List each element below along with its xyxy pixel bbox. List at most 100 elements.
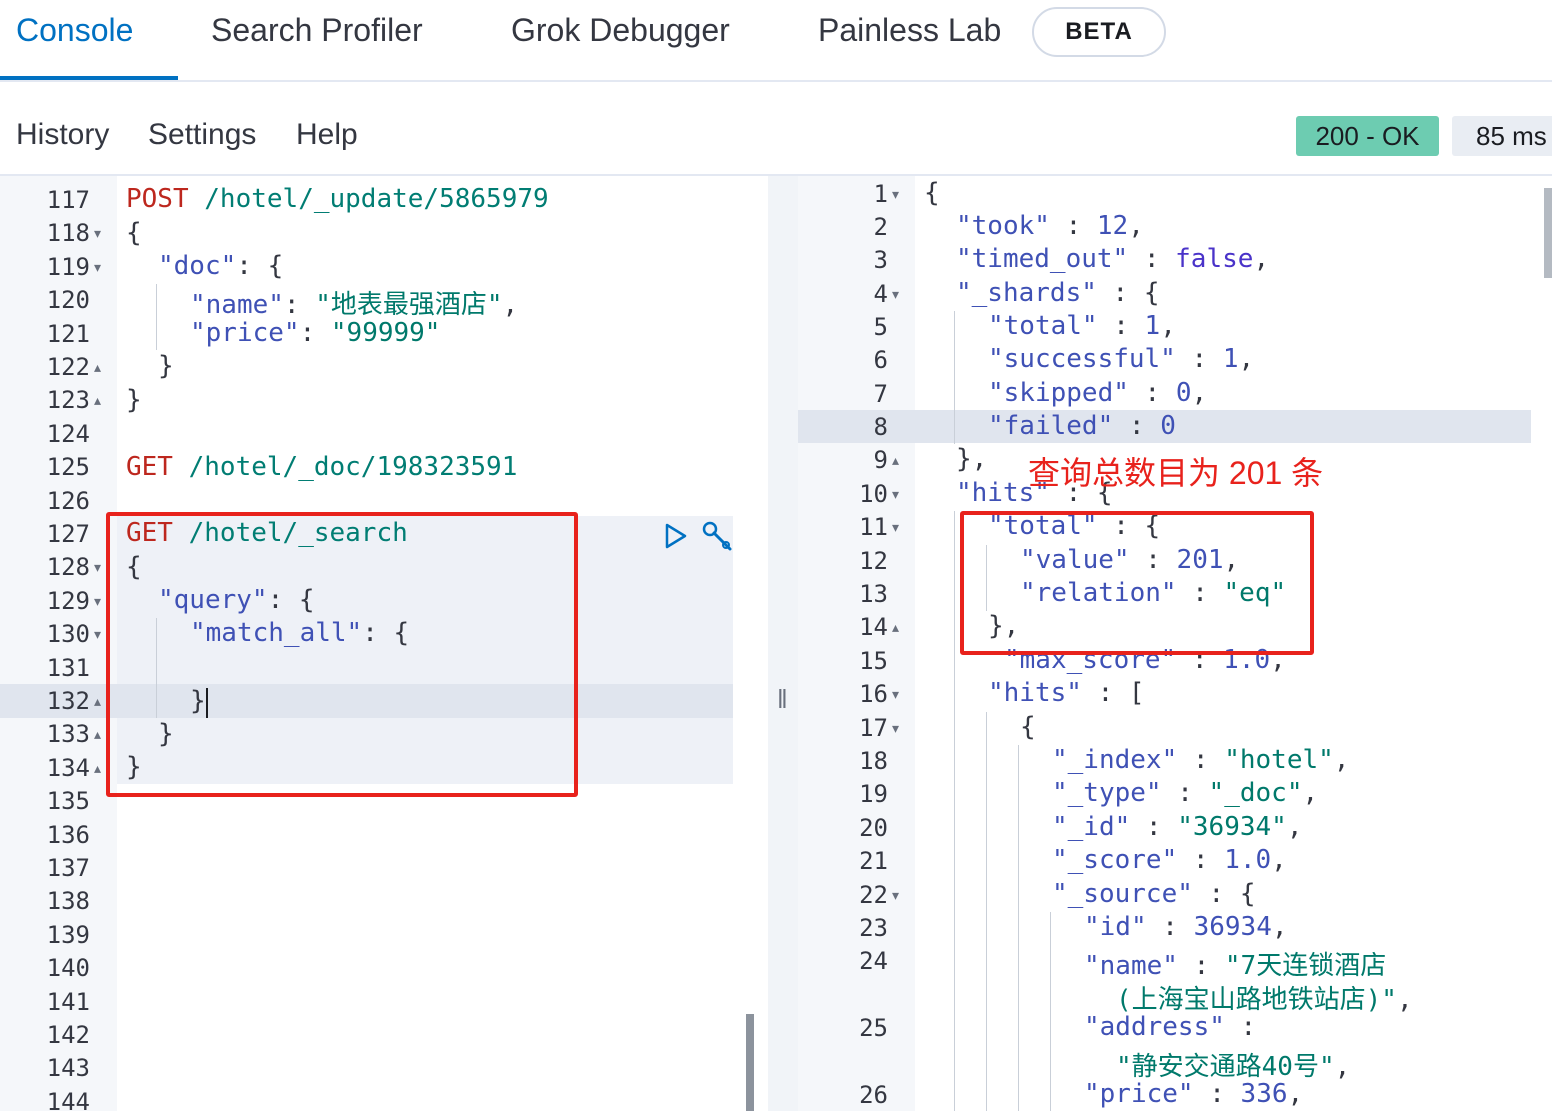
- line-number: 121: [46, 319, 90, 348]
- beta-badge: BETA: [1032, 7, 1166, 57]
- line-number: 6: [873, 346, 888, 374]
- line-number: 5: [873, 313, 888, 341]
- code-line: "timed_out" : false,: [956, 244, 1269, 274]
- json-key: "relation": [1020, 578, 1177, 608]
- response-scrollbar[interactable]: [1544, 188, 1552, 278]
- code-line: "address" :: [1084, 1012, 1256, 1042]
- line-number: 143: [46, 1054, 90, 1083]
- play-icon[interactable]: [663, 522, 689, 550]
- fold-arrow-icon[interactable]: ▾: [94, 559, 101, 576]
- fold-arrow-icon[interactable]: ▾: [94, 259, 101, 276]
- line-number: 130: [46, 620, 90, 649]
- fold-arrow-icon[interactable]: ▴: [94, 760, 101, 777]
- code-line: "max_score" : 1.0,: [1004, 645, 1286, 675]
- code-line: {: [126, 218, 142, 248]
- history-link[interactable]: History: [16, 118, 109, 152]
- json-key: "name": [1084, 951, 1178, 981]
- json-key: "total": [988, 511, 1098, 541]
- json-key: "successful": [988, 344, 1176, 374]
- code-line: "name": "地表最强酒店",: [190, 284, 518, 321]
- help-link[interactable]: Help: [296, 118, 358, 152]
- indent-guide: [986, 712, 987, 1111]
- code-line: POST /hotel/_update/5865979: [126, 184, 549, 214]
- line-number: 132: [46, 687, 90, 715]
- tab-painless-lab[interactable]: Painless Lab: [818, 12, 1001, 49]
- line-number: 8: [873, 413, 888, 441]
- line-number: 13: [859, 580, 888, 608]
- wrench-icon[interactable]: [700, 520, 736, 554]
- request-editor[interactable]: 117 118 ▾ 119 ▾ 120 121 122 ▴ 123 ▴ 124 125 126 127 128…: [0, 176, 760, 1111]
- tab-search-profiler[interactable]: Search Profiler: [211, 12, 423, 49]
- fold-arrow-icon[interactable]: ▾: [892, 720, 899, 737]
- code-line: "_shards" : {: [956, 278, 1160, 308]
- fold-arrow-icon[interactable]: ▾: [94, 593, 101, 610]
- code-line: "query": {: [158, 585, 315, 615]
- code-line: "total" : 1,: [988, 311, 1176, 341]
- json-key: "_id": [1052, 812, 1131, 842]
- code-line: }: [158, 719, 174, 749]
- fold-arrow-icon[interactable]: ▾: [94, 626, 101, 643]
- json-key: "doc": [158, 251, 237, 281]
- json-number: 36934: [1193, 912, 1272, 942]
- fold-arrow-icon[interactable]: ▾: [892, 486, 899, 503]
- code-line: },: [988, 611, 1020, 641]
- status-badge: 200 - OK: [1296, 116, 1439, 156]
- resize-handle-icon[interactable]: ‖: [777, 684, 788, 715]
- fold-arrow-icon[interactable]: ▴: [94, 359, 101, 376]
- indent-guide: [156, 618, 157, 718]
- json-punctuation: ,: [1287, 1079, 1304, 1109]
- line-number: 12: [859, 547, 888, 575]
- code-line: (上海宝山路地铁站店)",: [1116, 979, 1413, 1016]
- request-url: /hotel/_update/5865979: [188, 184, 549, 214]
- indent-guide: [986, 545, 987, 611]
- indent-guide: [954, 311, 955, 444]
- fold-arrow-icon[interactable]: ▾: [892, 186, 899, 203]
- json-key: "price": [190, 318, 300, 348]
- json-punctuation: :: [1177, 745, 1225, 775]
- indent-guide: [156, 284, 157, 350]
- pane-divider[interactable]: [768, 176, 798, 1111]
- fold-arrow-icon[interactable]: ▴: [94, 392, 101, 409]
- tab-console[interactable]: Console: [16, 12, 133, 49]
- fold-arrow-icon[interactable]: ▾: [892, 686, 899, 703]
- json-string: (上海宝山路地铁站店)": [1116, 985, 1397, 1015]
- line-number: 144: [46, 1087, 90, 1111]
- json-number: 1.0: [1224, 845, 1272, 875]
- json-key: "value": [1020, 545, 1130, 575]
- json-string: "地表最强酒店": [315, 290, 503, 320]
- json-string: "静安交通路40号": [1116, 1052, 1335, 1082]
- json-punctuation: ,: [1270, 645, 1286, 675]
- line-number: 135: [46, 787, 90, 816]
- fold-arrow-icon[interactable]: ▾: [94, 225, 101, 242]
- request-url: /hotel/_doc/198323591: [172, 452, 518, 482]
- tab-grok-debugger[interactable]: Grok Debugger: [511, 12, 730, 49]
- fold-arrow-icon[interactable]: ▴: [892, 619, 899, 636]
- settings-link[interactable]: Settings: [148, 118, 256, 152]
- line-number: 134: [46, 753, 90, 782]
- line-number: 22: [859, 881, 888, 909]
- line-number: 19: [859, 780, 888, 808]
- json-punctuation: : {: [1097, 511, 1161, 541]
- fold-arrow-icon[interactable]: ▴: [892, 452, 899, 469]
- line-number: 18: [859, 747, 888, 775]
- code-line: "price" : 336,: [1084, 1079, 1303, 1109]
- line-number: 25: [859, 1014, 888, 1042]
- line-number: 17: [859, 714, 888, 742]
- fold-arrow-icon[interactable]: ▾: [892, 887, 899, 904]
- json-punctuation: :: [1049, 211, 1097, 241]
- line-number: 26: [859, 1081, 888, 1109]
- line-number: 23: [859, 914, 888, 942]
- json-key: "_score": [1052, 845, 1178, 875]
- line-number: 138: [46, 887, 90, 916]
- json-punctuation: :: [1175, 344, 1223, 374]
- line-number: 137: [46, 854, 90, 882]
- fold-arrow-icon[interactable]: ▾: [892, 519, 899, 536]
- fold-arrow-icon[interactable]: ▴: [94, 726, 101, 743]
- fold-arrow-icon[interactable]: ▴: [94, 693, 101, 710]
- json-key: "price": [1084, 1079, 1194, 1109]
- json-key: "failed": [988, 411, 1114, 441]
- fold-arrow-icon[interactable]: ▾: [892, 286, 899, 303]
- response-time-badge: 85 ms: [1452, 116, 1552, 156]
- request-scrollbar[interactable]: [746, 1014, 754, 1111]
- code-line: "_id" : "36934",: [1052, 812, 1302, 842]
